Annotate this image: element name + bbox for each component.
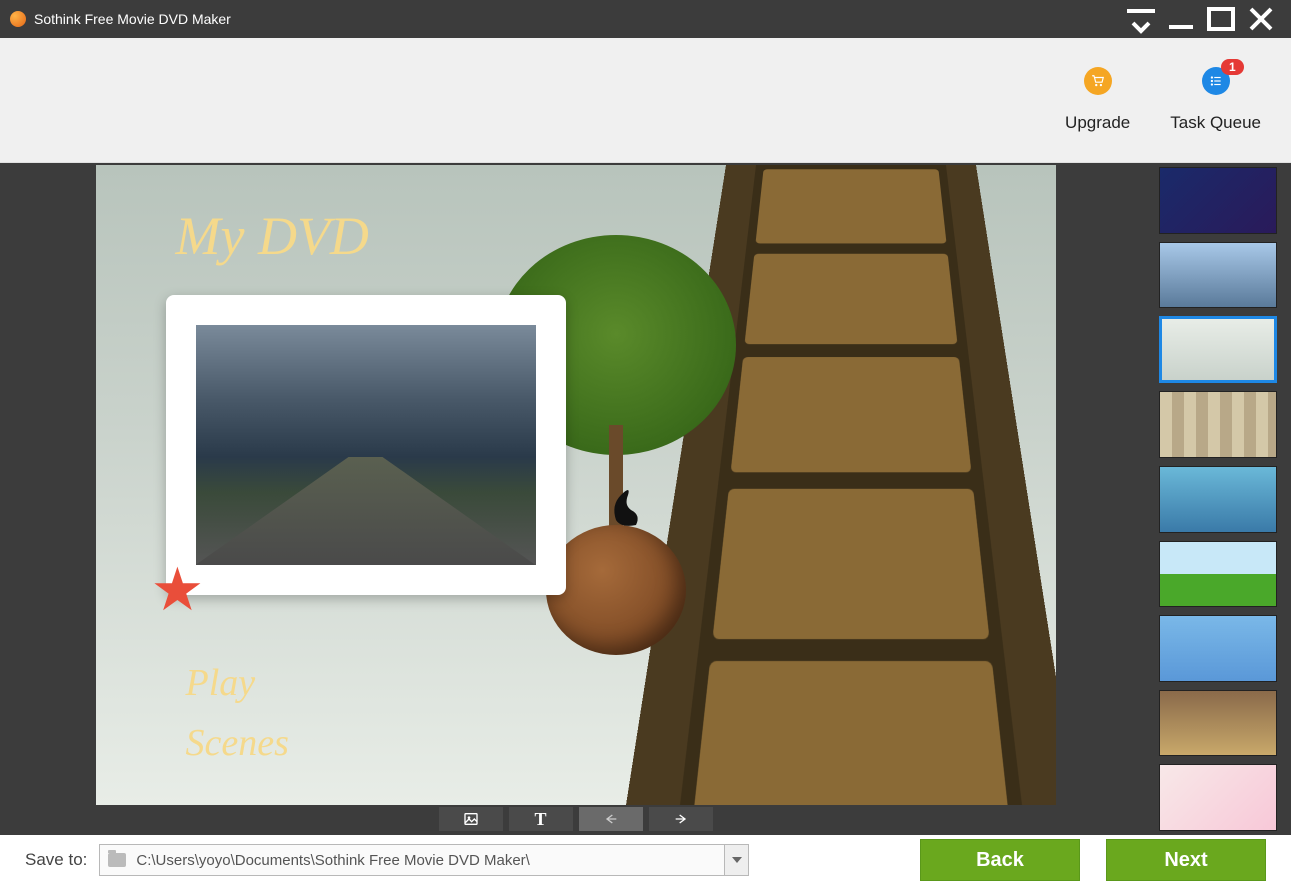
canvas-controls: T — [439, 807, 713, 835]
prev-arrow-button[interactable] — [579, 807, 643, 831]
template-sidebar[interactable] — [1151, 163, 1291, 835]
template-thumb-birds-sky[interactable] — [1159, 615, 1277, 682]
dvd-title-text[interactable]: My DVD — [176, 205, 369, 267]
chevron-down-icon[interactable] — [724, 845, 748, 875]
add-text-button[interactable]: T — [509, 807, 573, 831]
folder-icon — [108, 853, 126, 867]
template-thumb-pink-flowers[interactable] — [1159, 764, 1277, 831]
dropdown-menu-icon[interactable] — [1121, 0, 1161, 38]
upgrade-label: Upgrade — [1065, 113, 1130, 133]
video-frame[interactable] — [166, 295, 566, 595]
task-queue-badge: 1 — [1221, 59, 1244, 75]
task-queue-label: Task Queue — [1170, 113, 1261, 133]
template-thumb-vintage-stripes[interactable] — [1159, 391, 1277, 458]
close-button[interactable] — [1241, 0, 1281, 38]
save-to-label: Save to: — [25, 850, 87, 870]
back-button[interactable]: Back — [920, 839, 1080, 881]
app-icon — [10, 11, 26, 27]
template-thumb-sunset-camels[interactable] — [1159, 690, 1277, 757]
cart-icon — [1084, 67, 1112, 95]
starfish-decoration: ★ — [151, 555, 221, 625]
minimize-button[interactable] — [1161, 0, 1201, 38]
upgrade-button[interactable]: Upgrade — [1065, 67, 1130, 133]
video-thumbnail — [196, 325, 536, 565]
template-thumb-green-field[interactable] — [1159, 541, 1277, 608]
toolbar: Upgrade 1 Task Queue — [0, 38, 1291, 163]
canvas-area: ★ My DVD Play Scenes T — [0, 163, 1151, 835]
save-path-value: C:\Users\yoyo\Documents\Sothink Free Mov… — [136, 852, 529, 869]
save-path-dropdown[interactable]: C:\Users\yoyo\Documents\Sothink Free Mov… — [99, 844, 749, 876]
bottom-bar: Save to: C:\Users\yoyo\Documents\Sothink… — [0, 835, 1291, 885]
workspace: ★ My DVD Play Scenes T — [0, 163, 1291, 835]
scenes-menu-text[interactable]: Scenes — [186, 721, 289, 765]
list-icon: 1 — [1202, 67, 1230, 95]
template-thumb-moon-city[interactable] — [1159, 242, 1277, 309]
template-thumb-nature-tree[interactable] — [1159, 316, 1277, 383]
title-bar: Sothink Free Movie DVD Maker — [0, 0, 1291, 38]
next-arrow-button[interactable] — [649, 807, 713, 831]
swan-decoration — [606, 480, 646, 530]
template-thumb-cosmic-purple[interactable] — [1159, 167, 1277, 234]
dvd-menu-canvas[interactable]: ★ My DVD Play Scenes — [96, 165, 1056, 805]
template-thumb-pier-sea[interactable] — [1159, 466, 1277, 533]
maximize-button[interactable] — [1201, 0, 1241, 38]
next-button[interactable]: Next — [1106, 839, 1266, 881]
add-image-button[interactable] — [439, 807, 503, 831]
play-menu-text[interactable]: Play — [186, 661, 256, 705]
task-queue-button[interactable]: 1 Task Queue — [1170, 67, 1261, 133]
app-title: Sothink Free Movie DVD Maker — [34, 11, 231, 27]
